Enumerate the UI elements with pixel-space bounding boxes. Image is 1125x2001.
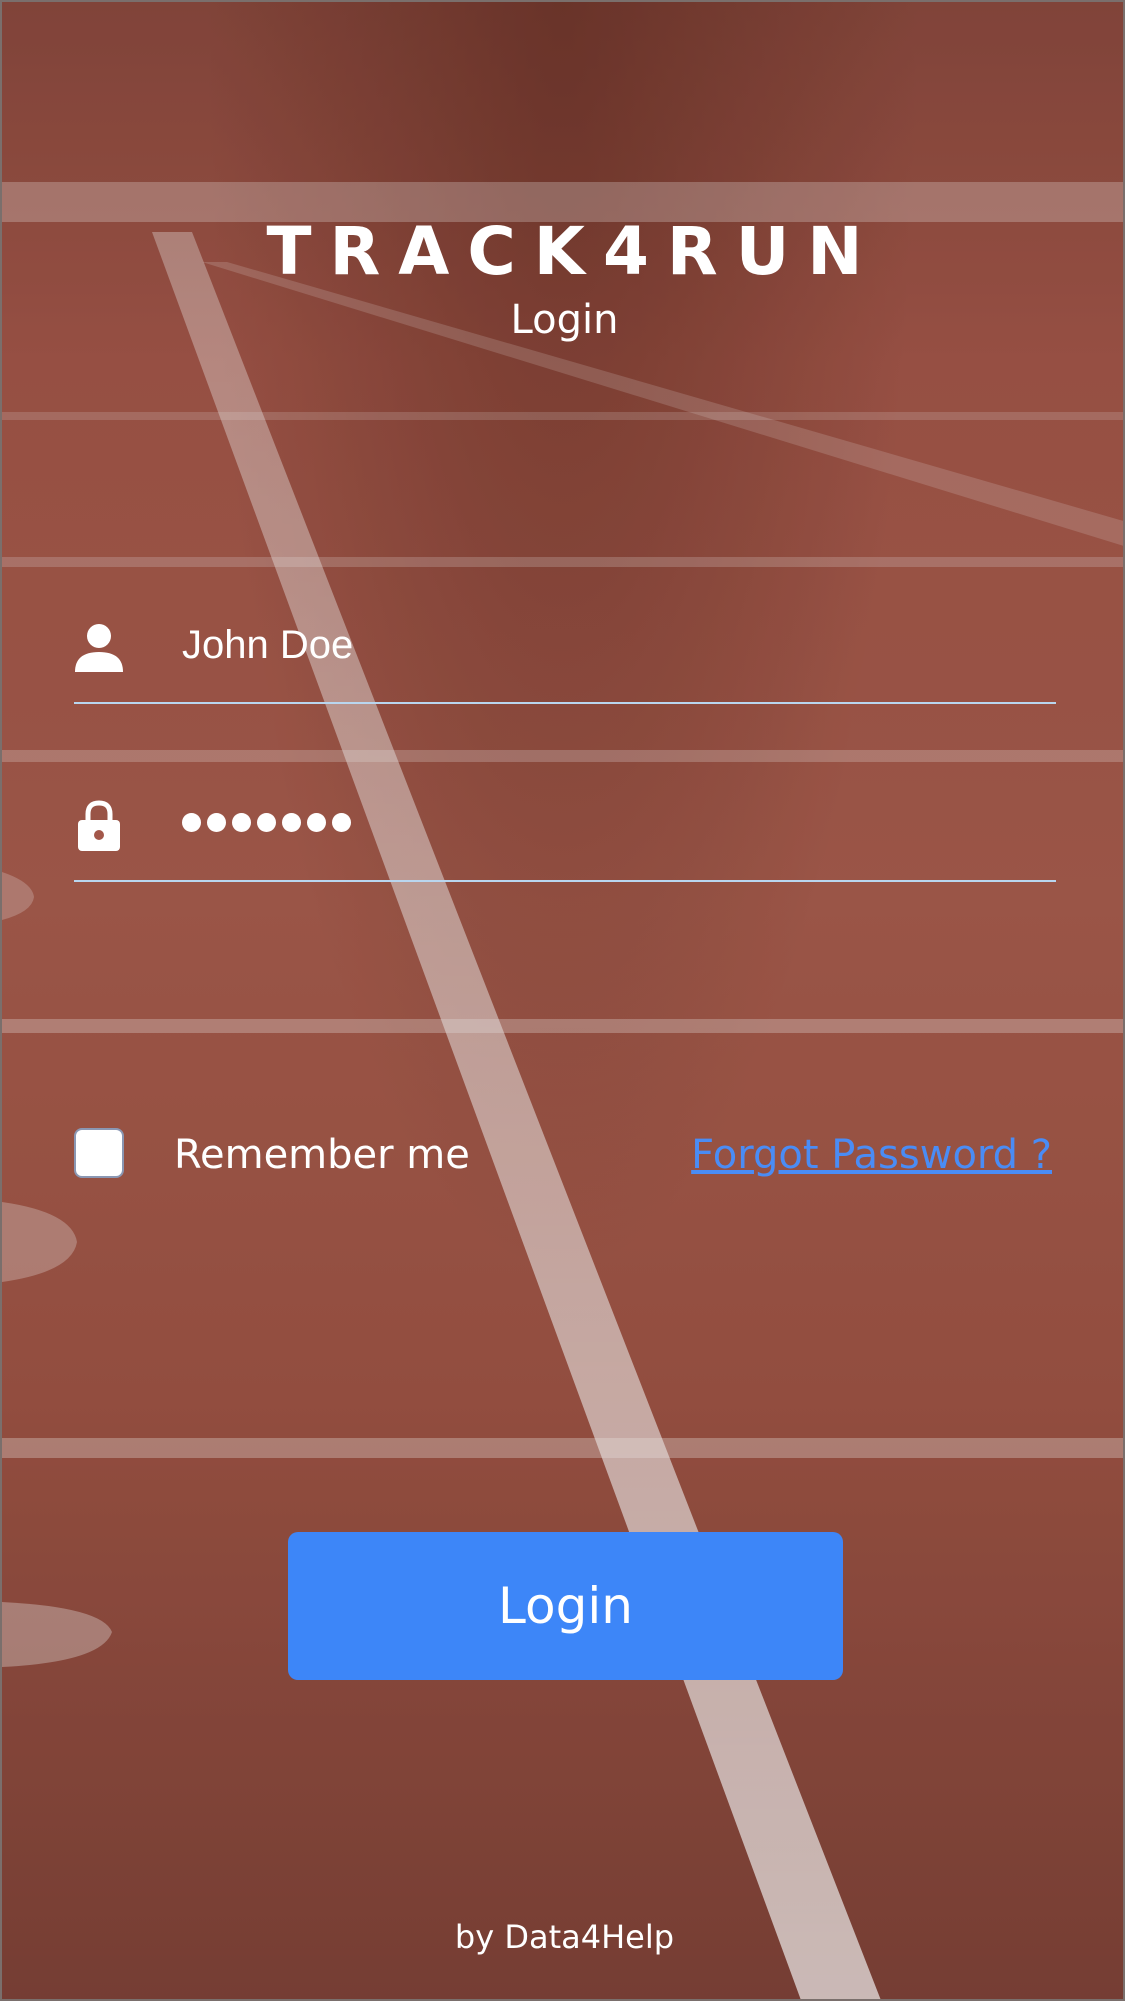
username-field[interactable]: John Doe <box>74 602 1056 704</box>
password-dot <box>182 813 201 832</box>
page-subtitle: Login <box>510 297 619 343</box>
password-masked-value[interactable] <box>182 813 351 832</box>
user-icon <box>75 624 123 672</box>
forgot-password-link[interactable]: Forgot Password ? <box>691 1130 1052 1180</box>
username-value[interactable]: John Doe <box>182 620 353 670</box>
password-dot <box>282 813 301 832</box>
remember-me-label: Remember me <box>174 1132 470 1178</box>
app-title: TRACK4RUN <box>266 213 881 290</box>
footer-credit: by Data4Help <box>454 1918 675 1956</box>
lock-icon <box>78 800 120 851</box>
remember-me-checkbox[interactable] <box>74 1128 124 1178</box>
password-dot <box>232 813 251 832</box>
password-dot <box>207 813 226 832</box>
login-screen: TRACK4RUN Login John Doe Remember me For… <box>0 0 1125 2001</box>
password-dot <box>257 813 276 832</box>
password-field[interactable] <box>74 780 1056 882</box>
login-button[interactable]: Login <box>288 1532 843 1680</box>
app-header: TRACK4RUN Login <box>2 212 1123 348</box>
password-dot <box>307 813 326 832</box>
password-dot <box>332 813 351 832</box>
